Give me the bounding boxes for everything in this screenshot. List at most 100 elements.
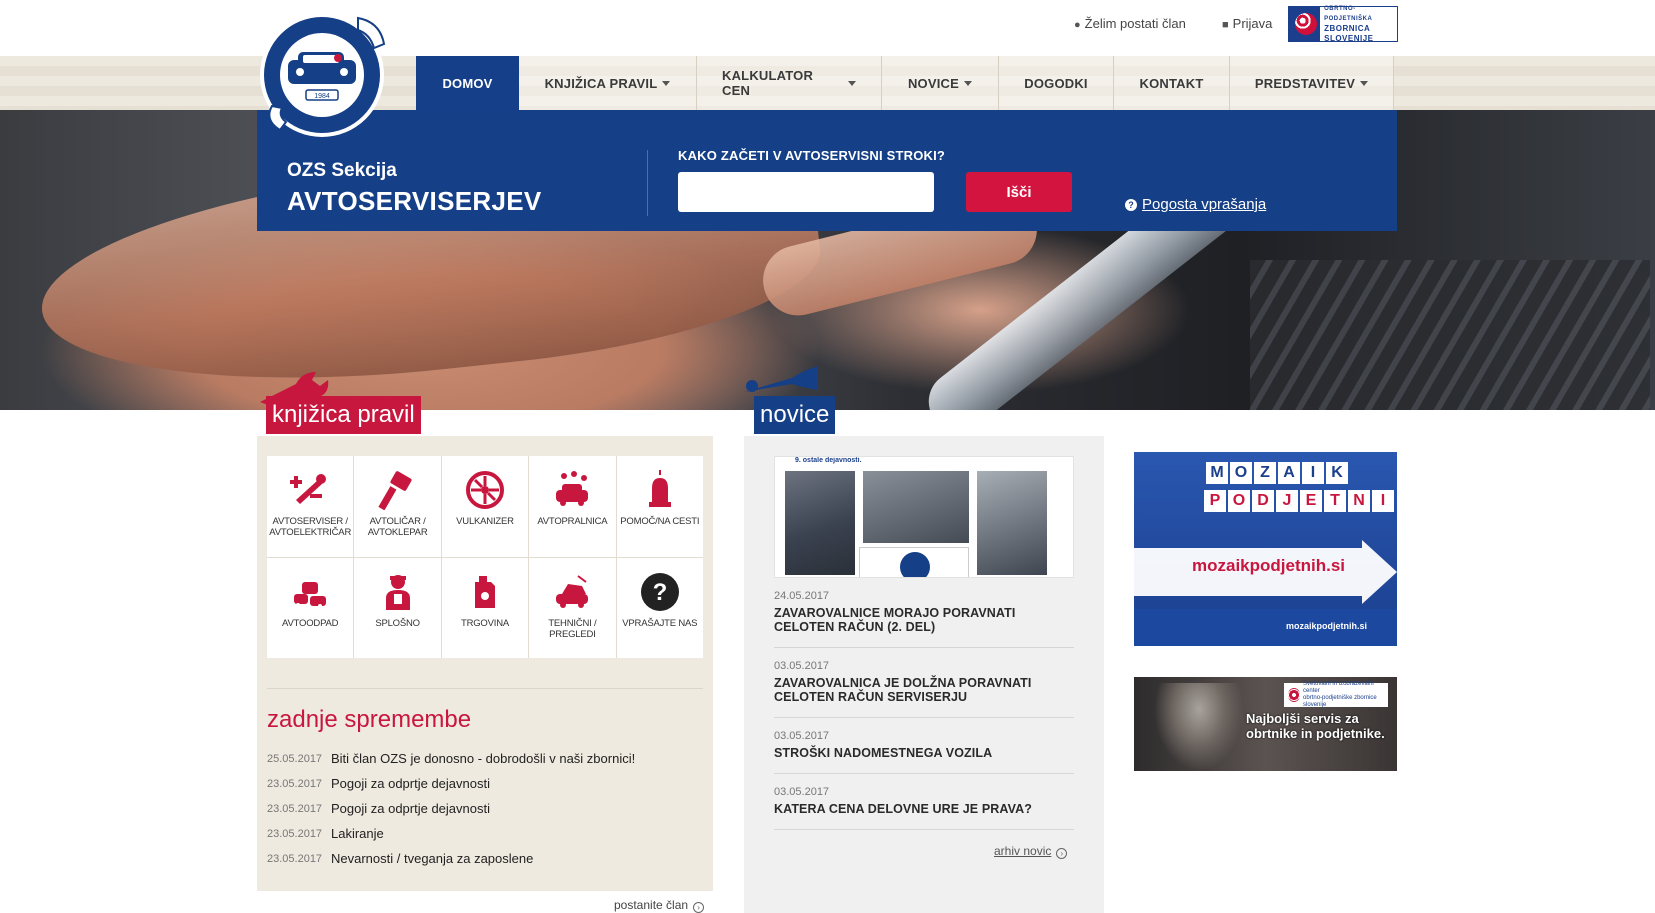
faq-label: Pogosta vprašanja xyxy=(1142,196,1267,213)
news-date: 03.05.2017 xyxy=(774,786,830,798)
center-sub: obrtno-podjetniške zbornice slovenije xyxy=(1303,695,1377,708)
panel-divider xyxy=(267,688,703,689)
category-tehnicni-pregledi[interactable]: TEHNIČNI / PREGLEDI xyxy=(529,557,616,658)
change-date: 23.05.2017 xyxy=(267,852,323,865)
change-date: 23.05.2017 xyxy=(267,802,323,815)
news-title: ZAVAROVALNICE MORAJO PORAVNATI CELOTEN R… xyxy=(774,606,1016,634)
logo-year: 1984 xyxy=(314,93,330,100)
hero-search-input[interactable] xyxy=(678,172,934,212)
category-vulkanizer[interactable]: VULKANIZER xyxy=(441,456,529,557)
category-label: VPRAŠAJTE NAS xyxy=(622,617,698,629)
news-title: ZAVAROVALNICA JE DOLŽNA PORAVNATI CELOTE… xyxy=(774,676,1032,704)
list-item[interactable]: 23.05.2017 Pogoji za odprtje dejavnosti xyxy=(267,771,703,796)
become-member-link[interactable]: ● Želim postati član xyxy=(1074,16,1186,31)
login-link[interactable]: ■ Prijava xyxy=(1222,16,1272,31)
mozaik-word-2: P O D J E T N I xyxy=(1204,490,1394,512)
news-item[interactable]: 03.05.2017 STROŠKI NADOMESTNEGA VOZILA xyxy=(774,730,1074,774)
caret-down-icon xyxy=(848,80,856,86)
user-icon: ● xyxy=(1074,19,1081,31)
become-member-bottom-link[interactable]: postanite član › xyxy=(614,898,705,913)
mozaik-tile: I xyxy=(1302,462,1324,484)
category-avtoodpad[interactable]: AVTOODPAD xyxy=(267,557,354,658)
hero-question: KAKO ZAČETI V AVTOSERVISNI STROKI? xyxy=(678,148,946,163)
category-label: TRGOVINA xyxy=(460,617,509,629)
news-archive-link[interactable]: arhiv novic › xyxy=(994,844,1068,859)
center-text: Svetovalni in izobraževalni center xyxy=(1303,681,1374,694)
nav-item-kalkulator-cen[interactable]: KALKULATOR CEN xyxy=(697,56,882,110)
top-bar: ● Želim postati član ■ Prijava OBRTNO-PODJ… xyxy=(0,0,1655,56)
news-date: 24.05.2017 xyxy=(774,590,830,602)
scrap-icon xyxy=(290,572,330,612)
nav-item-predstavitev[interactable]: PREDSTAVITEV xyxy=(1230,56,1394,110)
site-logo[interactable]: 1984 xyxy=(258,8,392,138)
mozaik-word-1: M O Z A I K xyxy=(1206,462,1348,484)
center-banner[interactable]: Svetovalni in izobraževalni center obrtn… xyxy=(1134,677,1397,771)
rules-panel: AVTOSERVISER / AVTOELEKTRIČAR AVTOLIČAR … xyxy=(257,436,713,891)
canister-icon xyxy=(465,572,505,612)
news-photo-1 xyxy=(785,471,855,575)
news-thumbnail[interactable]: 9. ostale dejavnosti. xyxy=(774,456,1074,578)
beacon-icon xyxy=(640,470,680,510)
search-button[interactable]: Išči xyxy=(966,172,1072,212)
hero-engine-shape xyxy=(1250,260,1650,410)
mozaik-tile: O xyxy=(1228,490,1250,512)
nav-item-dogodki[interactable]: DOGODKI xyxy=(999,56,1114,110)
category-label: VULKANIZER xyxy=(456,516,514,527)
car-inspection-icon xyxy=(552,572,592,612)
change-text: Pogoji za odprtje dejavnosti xyxy=(331,801,490,816)
recent-changes-list: 25.05.2017 Biti član OZS je donosno - dob… xyxy=(267,746,703,871)
ozs-logo-line-1: OBRTNO-PODJETNIŠKA xyxy=(1324,6,1373,22)
change-date: 23.05.2017 xyxy=(267,827,323,840)
news-item[interactable]: 03.05.2017 ZAVAROVALNICA JE DOLŽNA PORAV… xyxy=(774,660,1074,718)
nav-label: DOGODKI xyxy=(1024,75,1088,91)
caret-down-icon xyxy=(662,80,671,86)
list-item[interactable]: 23.05.2017 Nevarnosti / tveganja za zapos… xyxy=(267,846,703,871)
mozaik-tile: O xyxy=(1230,462,1252,484)
change-text: Pogoji za odprtje dejavnosti xyxy=(331,776,490,791)
category-vprasajte-nas[interactable]: ? VPRAŠAJTE NAS xyxy=(616,557,703,658)
mozaik-tile: N xyxy=(1348,490,1370,512)
circle-arrow-icon: › xyxy=(693,902,705,913)
mozaik-strip: mozaikpodjetnih.si xyxy=(1134,609,1397,646)
nav-item-novice[interactable]: NOVICE xyxy=(882,56,999,110)
become-member-label: Želim postati član xyxy=(1084,16,1186,31)
change-text: Lakiranje xyxy=(331,826,384,841)
ozs-chamber-logo[interactable]: OBRTNO-PODJETNIŠKA ZBORNICA SLOVENIJE xyxy=(1288,6,1398,43)
nav-item-domov[interactable]: DOMOV xyxy=(416,56,519,110)
nav-label: KONTAKT xyxy=(1139,75,1204,91)
category-label: SPLOŠNO xyxy=(375,617,420,629)
nav-item-kontakt[interactable]: KONTAKT xyxy=(1114,56,1230,110)
question-icon: ? xyxy=(640,572,680,612)
mozaik-tile: I xyxy=(1372,490,1394,512)
news-item[interactable]: 03.05.2017 KATERA CENA DELOVNE URE JE PR… xyxy=(774,786,1074,830)
nav-item-knjizica-pravil[interactable]: KNJIŽICA PRAVIL xyxy=(519,56,697,110)
list-item[interactable]: 23.05.2017 Pogoji za odprtje dejavnosti xyxy=(267,796,703,821)
category-trgovina[interactable]: TRGOVINA xyxy=(441,557,529,658)
mozaik-tile: T xyxy=(1324,490,1346,512)
category-label: AVTOPRALNICA xyxy=(537,516,608,527)
news-logo-stub xyxy=(859,547,969,577)
faq-link[interactable]: ? Pogosta vprašanja xyxy=(1125,196,1266,213)
mozaik-tile: E xyxy=(1300,490,1322,512)
change-text: Nevarnosti / tveganja za zaposlene xyxy=(331,851,534,866)
center-slogan: Najboljši servis za obrtnike in podjetni… xyxy=(1246,711,1385,741)
news-date: 03.05.2017 xyxy=(774,730,830,742)
news-date: 03.05.2017 xyxy=(774,660,830,672)
news-item[interactable]: 24.05.2017 ZAVAROVALNICE MORAJO PORAVNAT… xyxy=(774,590,1074,648)
category-avtopralnica[interactable]: AVTOPRALNICA xyxy=(529,456,616,557)
category-avtoserviser[interactable]: AVTOSERVISER / AVTOELEKTRIČAR xyxy=(267,456,354,557)
become-member-bottom-label: postanite član xyxy=(614,898,689,912)
list-item[interactable]: 25.05.2017 Biti član OZS je donosno - dob… xyxy=(267,746,703,771)
wheel-icon xyxy=(465,470,505,510)
category-pomoc-na-cesti[interactable]: POMOČ/NA CESTI xyxy=(616,456,703,557)
news-section-title: novice xyxy=(754,396,836,434)
list-item[interactable]: 23.05.2017 Lakiranje xyxy=(267,821,703,846)
mozaik-url: mozaikpodjetnih.si xyxy=(1192,556,1346,575)
category-avtolicar[interactable]: AVTOLIČAR / AVTOKLEPAR xyxy=(354,456,441,557)
category-label: AVTOODPAD xyxy=(282,617,339,629)
main-nav: DOMOV KNJIŽICA PRAVIL KALKULATOR CEN NOV… xyxy=(416,56,1394,110)
mozaik-tile: J xyxy=(1276,490,1298,512)
mozaik-banner[interactable]: M O Z A I K P O D J E T N I mozaikpodjet… xyxy=(1134,452,1397,646)
news-archive-label: arhiv novic xyxy=(994,844,1052,858)
category-splosno[interactable]: SPLOŠNO xyxy=(354,557,441,658)
